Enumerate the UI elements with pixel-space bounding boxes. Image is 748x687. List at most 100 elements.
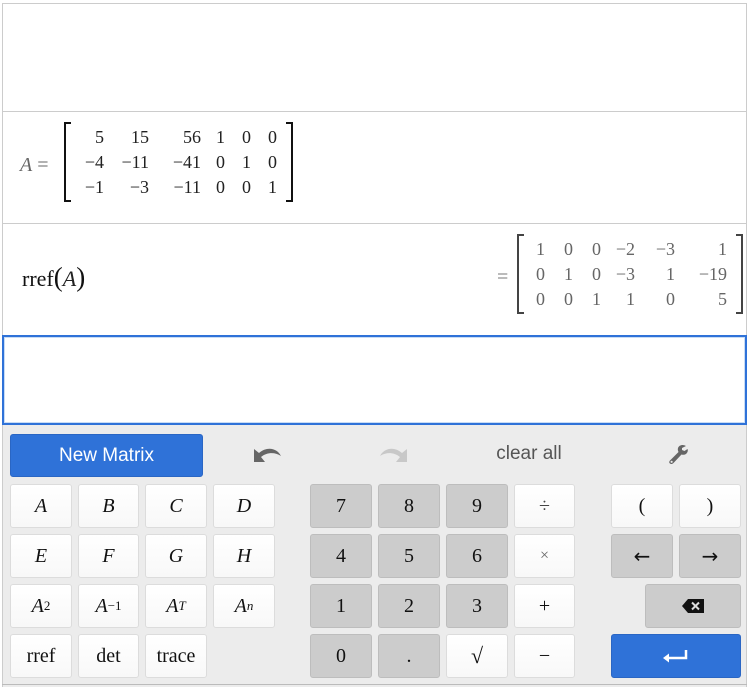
- rref-result-cell: 5: [718, 289, 727, 309]
- matrix-a-cell: 1: [216, 127, 225, 147]
- rref-result-cell: −2: [615, 239, 635, 259]
- matrix-a-cell: 0: [268, 152, 277, 172]
- rref-result-cell: 0: [592, 239, 601, 259]
- rref-result-cell: 1: [564, 264, 573, 284]
- matrix-a-cell: 5: [95, 127, 104, 147]
- key-close-paren[interactable]: ): [679, 484, 741, 528]
- enter-button[interactable]: [611, 634, 741, 678]
- backspace-button[interactable]: [645, 584, 741, 628]
- key-0[interactable]: 0: [310, 634, 372, 678]
- new-matrix-button[interactable]: New Matrix: [10, 434, 203, 477]
- matrix-definition-label: A =: [20, 154, 49, 177]
- redo-button[interactable]: [368, 439, 418, 469]
- expression-row-matrix-a[interactable]: A = 5 15 56 1 0 0 −4 −11 −41 0 1 0 −1 −3 −11 0 0 1: [2, 111, 747, 223]
- result-equals-sign: =: [497, 266, 509, 288]
- key-8[interactable]: 8: [378, 484, 440, 528]
- matrix-a-cell: 0: [242, 177, 251, 197]
- matrix-a-cell: −3: [129, 177, 149, 197]
- rref-result-cell: 1: [666, 264, 675, 284]
- keypad-bottom-border: [2, 684, 747, 685]
- rref-result-cell: 1: [536, 239, 545, 259]
- matrix-a-cell: −11: [121, 152, 149, 172]
- rref-result-grid: 1 0 0 −2 −3 1 0 1 0 −3 1 −19 0 0 1 1 0 5: [524, 234, 736, 314]
- equals-sign: =: [37, 154, 49, 176]
- rref-result-cell: 0: [564, 289, 573, 309]
- matrix-a-cell: −1: [84, 177, 104, 197]
- rref-result-cell: 0: [536, 264, 545, 284]
- key-decimal[interactable]: .: [378, 634, 440, 678]
- matrix-a-cell: 0: [216, 152, 225, 172]
- key-plus[interactable]: +: [514, 584, 575, 628]
- key-transpose[interactable]: AT: [145, 584, 207, 628]
- rref-expression: rref(A): [22, 262, 85, 293]
- key-sqrt[interactable]: √: [446, 634, 508, 678]
- right-arrow-icon: →: [701, 544, 719, 568]
- key-det[interactable]: det: [78, 634, 139, 678]
- left-bracket: [64, 122, 71, 202]
- expression-list: A = 5 15 56 1 0 0 −4 −11 −41 0 1 0 −1 −3 −11 0 0 1 rref(A…: [2, 3, 747, 425]
- variable-name: A: [20, 154, 33, 176]
- expression-input-active[interactable]: [2, 335, 747, 425]
- matrix-a-cell: 0: [268, 127, 277, 147]
- key-divide[interactable]: ÷: [514, 484, 575, 528]
- wrench-icon: [669, 444, 688, 465]
- function-name: rref: [22, 266, 54, 291]
- undo-icon: [254, 448, 281, 462]
- key-7[interactable]: 7: [310, 484, 372, 528]
- undo-button[interactable]: [243, 439, 293, 469]
- matrix-a-cell: −41: [172, 152, 201, 172]
- matrix-a-cell: 0: [216, 177, 225, 197]
- rref-result-cell: 0: [666, 289, 675, 309]
- key-right-arrow[interactable]: →: [679, 534, 741, 578]
- rref-result-cell: 0: [592, 264, 601, 284]
- matrix-a-cell: 1: [268, 177, 277, 197]
- key-9[interactable]: 9: [446, 484, 508, 528]
- key-multiply[interactable]: ×: [514, 534, 575, 578]
- key-rref[interactable]: rref: [10, 634, 72, 678]
- key-f[interactable]: F: [78, 534, 139, 578]
- key-base: A: [31, 594, 44, 617]
- key-inverse[interactable]: A −1: [78, 584, 139, 628]
- matrix-a: 5 15 56 1 0 0 −4 −11 −41 0 1 0 −1 −3 −11 0 0 1: [64, 122, 293, 202]
- expression-row-rref[interactable]: rref(A) = 1 0 0 −2 −3 1 0 1 0 −3 1 −19 0 0 1 1 0 5: [2, 223, 747, 335]
- key-a[interactable]: A: [10, 484, 72, 528]
- expression-row-empty[interactable]: [2, 3, 747, 111]
- key-d[interactable]: D: [213, 484, 275, 528]
- rref-result-matrix: 1 0 0 −2 −3 1 0 1 0 −3 1 −19 0 0 1 1 0 5: [517, 234, 743, 314]
- key-3[interactable]: 3: [446, 584, 508, 628]
- backspace-icon: [682, 599, 704, 613]
- key-5[interactable]: 5: [378, 534, 440, 578]
- key-base: A: [95, 594, 108, 617]
- key-e[interactable]: E: [10, 534, 72, 578]
- key-4[interactable]: 4: [310, 534, 372, 578]
- rref-result-cell: 0: [564, 239, 573, 259]
- key-1[interactable]: 1: [310, 584, 372, 628]
- key-h[interactable]: H: [213, 534, 275, 578]
- key-open-paren[interactable]: (: [611, 484, 673, 528]
- rref-result-cell: 0: [536, 289, 545, 309]
- clear-all-button[interactable]: clear all: [473, 439, 585, 469]
- rref-result-cell: 1: [718, 239, 727, 259]
- rref-result-cell: −3: [655, 239, 675, 259]
- key-2[interactable]: 2: [378, 584, 440, 628]
- rref-result-cell: 1: [592, 289, 601, 309]
- key-c[interactable]: C: [145, 484, 207, 528]
- key-power[interactable]: An: [213, 584, 275, 628]
- key-square[interactable]: A2: [10, 584, 72, 628]
- right-bracket: [286, 122, 293, 202]
- key-6[interactable]: 6: [446, 534, 508, 578]
- matrix-a-cell: 1: [242, 152, 251, 172]
- key-b[interactable]: B: [78, 484, 139, 528]
- key-trace[interactable]: trace: [145, 634, 207, 678]
- rref-result-cell: 1: [626, 289, 635, 309]
- close-paren: ): [76, 262, 86, 292]
- open-paren: (: [53, 262, 63, 292]
- matrix-a-cell: 0: [242, 127, 251, 147]
- matrix-a-cell: 15: [131, 127, 149, 147]
- key-left-arrow[interactable]: ←: [611, 534, 673, 578]
- key-g[interactable]: G: [145, 534, 207, 578]
- settings-button[interactable]: [653, 439, 703, 469]
- key-base: A: [234, 594, 247, 617]
- key-minus[interactable]: −: [514, 634, 575, 678]
- matrix-a-grid: 5 15 56 1 0 0 −4 −11 −41 0 1 0 −1 −3 −11 0 0 1: [71, 122, 286, 202]
